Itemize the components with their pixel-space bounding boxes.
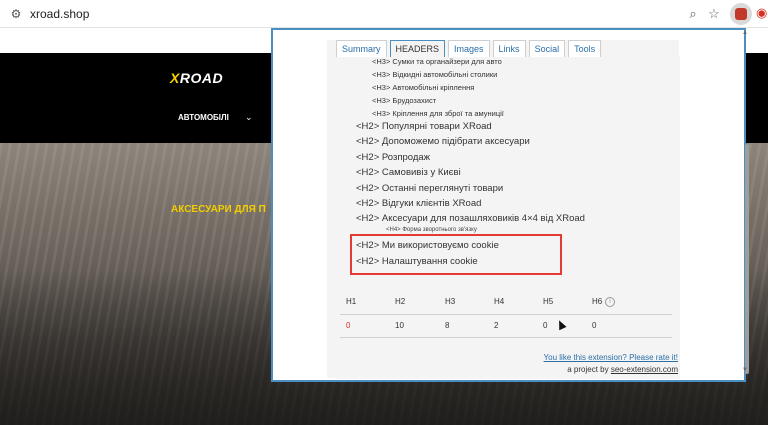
info-icon[interactable]: i [605,297,615,307]
tab-social[interactable]: Social [528,40,566,58]
header-item: <H2> Останні переглянуті товари [356,183,504,194]
header-tag-list: <H3> Сумки та органайзери для авто <H3> … [336,57,680,277]
stat-header-h2: H2 [395,297,406,306]
stat-value-h3: 8 [445,321,450,330]
divider [340,314,672,315]
header-item: <H3> Сумки та органайзери для авто [372,57,502,66]
extension-icon[interactable] [730,3,752,25]
stat-header-h3: H3 [445,297,456,306]
header-item: <H2> Розпродаж [356,152,431,163]
scrollbar-thumb[interactable] [745,144,749,374]
tab-summary[interactable]: Summary [336,40,387,58]
stat-value-h6: 0 [592,321,597,330]
header-item: <H2> Відгуки клієнтів XRoad [356,198,482,209]
popup-tabs: Summary HEADERS Images Links Social Tool… [336,40,602,58]
highlight-box [350,234,562,275]
hero-heading: АКСЕСУАРИ ДЛЯ П [171,204,266,215]
stat-header-h6: H6 [592,297,603,306]
header-item: <H2> Аксесуари для позашляховиків 4×4 ві… [356,213,585,224]
chevron-down-icon: ⌄ [245,112,253,122]
location-pin-icon[interactable]: ◉ [756,5,767,21]
header-item: <H2> Допоможемо підібрати аксесуари [356,136,530,147]
stat-header-h1: H1 [346,297,357,306]
header-item: <H3> Брудозахист [372,96,437,105]
tab-tools[interactable]: Tools [568,40,602,58]
headers-panel: <H3> Сумки та органайзери для авто <H3> … [336,57,680,379]
stat-value-h5: 0 [543,321,548,330]
stat-value-h1: 0 [346,321,351,330]
rate-extension-link[interactable]: You like this extension? Please rate it! [544,353,678,362]
logo-text: ROAD [179,70,224,86]
project-prefix: a project by [567,365,609,374]
zoom-icon[interactable]: ⌕ [684,5,702,23]
header-item: <H4> Форма зворотнього зв'язку [386,227,477,233]
popup-scrollbar[interactable] [744,34,750,376]
star-icon[interactable]: ☆ [705,5,723,23]
stat-value-h2: 10 [395,321,404,330]
project-credit: a project by seo-extension.com [567,365,678,374]
stat-header-h4: H4 [494,297,505,306]
project-link[interactable]: seo-extension.com [611,365,678,374]
scroll-down-icon[interactable]: ▼ [742,367,748,373]
header-item: <H2> Популярні товари XRoad [356,121,492,132]
nav-item-automobiles[interactable]: АВТОМОБІЛІ [178,113,229,122]
stat-value-h4: 2 [494,321,499,330]
tab-headers[interactable]: HEADERS [389,40,446,58]
header-item: <H3> Кріплення для зброї та амуниції [372,109,504,118]
tab-images[interactable]: Images [448,40,490,58]
divider [340,337,672,338]
browser-toolbar: ⚙ xroad.shop ⌕ ☆ ◉ [0,0,768,28]
header-item: <H3> Автомобільні кріплення [372,83,475,92]
site-logo[interactable]: XROAD [170,70,223,86]
tab-links[interactable]: Links [492,40,526,58]
address-bar[interactable]: xroad.shop [30,6,89,22]
site-info-icon[interactable]: ⚙ [8,6,24,22]
stat-header-h5: H5 [543,297,554,306]
header-item: <H2> Самовивіз у Києві [356,167,461,178]
header-item: <H3> Відкидні автомобільні столики [372,70,498,79]
